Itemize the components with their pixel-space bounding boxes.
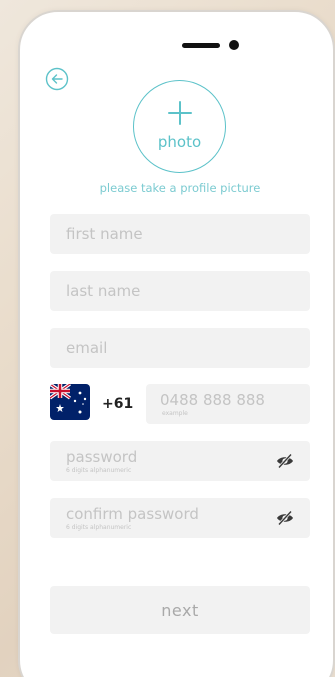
camera-dot [229, 40, 239, 50]
password-hint: 6 digits alphanumeric [66, 467, 132, 474]
country-selector[interactable] [50, 384, 90, 420]
photo-label: photo [157, 133, 202, 151]
arrow-left-circle-icon [45, 67, 69, 91]
confirm-password-field[interactable]: 6 digits alphanumeric [50, 498, 310, 538]
dial-code: +61 [102, 396, 134, 412]
eye-slash-icon[interactable] [276, 510, 294, 526]
phone-number-field[interactable]: example [146, 384, 310, 424]
take-photo-button[interactable]: photo [133, 80, 226, 173]
confirm-password-hint: 6 digits alphanumeric [66, 524, 132, 531]
password-input[interactable] [66, 447, 266, 467]
australia-flag-icon [50, 384, 90, 420]
notch-pill [182, 43, 220, 48]
phone-example-hint: example [162, 410, 188, 417]
last-name-input[interactable] [50, 271, 310, 311]
password-field[interactable]: 6 digits alphanumeric [50, 441, 310, 481]
confirm-password-input[interactable] [66, 504, 266, 524]
first-name-input[interactable] [50, 214, 310, 254]
profile-picture-hint: please take a profile picture [99, 181, 261, 195]
phone-number-input[interactable] [160, 390, 300, 410]
plus-icon [168, 101, 192, 125]
next-button[interactable]: next [50, 586, 310, 634]
email-input[interactable] [50, 328, 310, 368]
back-button[interactable] [45, 67, 69, 91]
eye-slash-icon[interactable] [276, 453, 294, 469]
